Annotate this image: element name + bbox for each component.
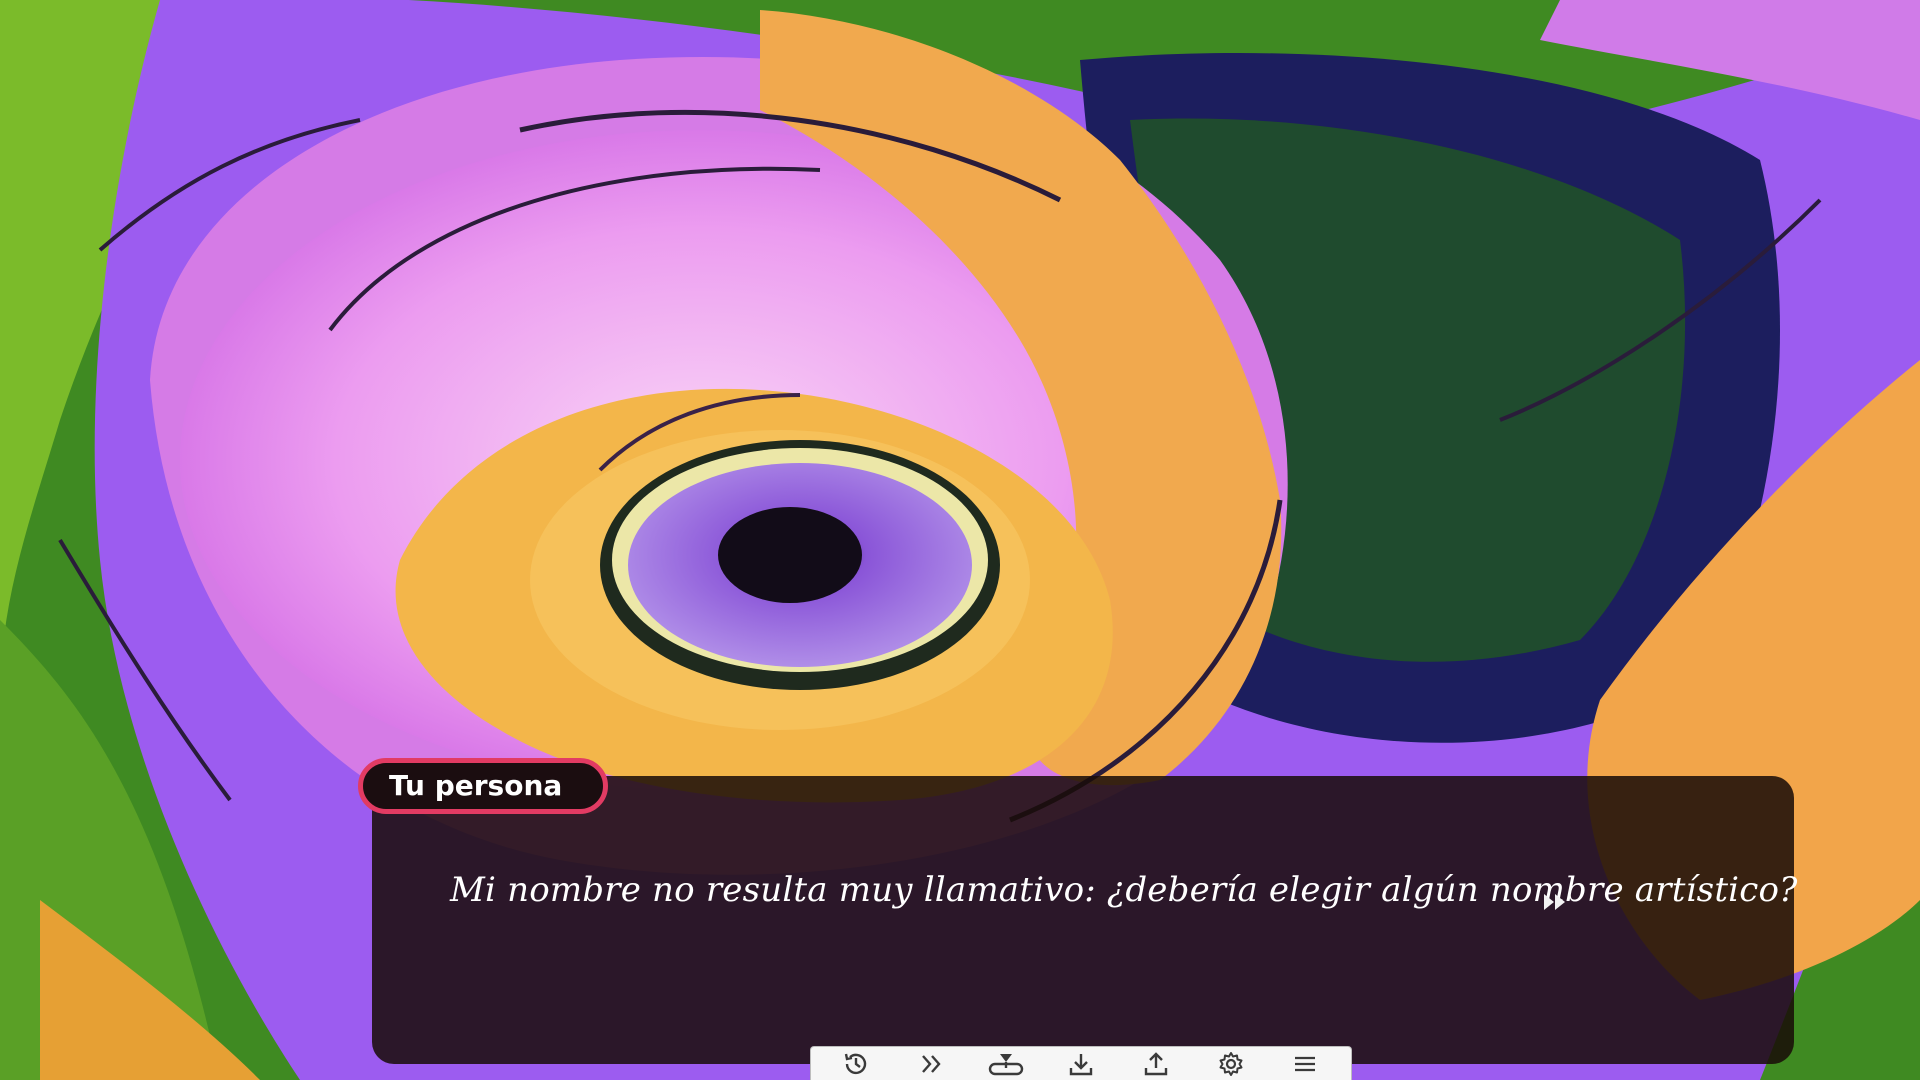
save-icon [1069,1053,1093,1075]
quick-menu [810,1046,1352,1080]
game-stage[interactable]: Tu persona Mi nombre no resulta muy llam… [0,0,1920,1080]
history-icon [845,1053,867,1074]
main-menu-button[interactable] [1283,1048,1327,1080]
speaker-name-tag: Tu persona [358,758,608,814]
fast-forward-icon [1544,894,1565,910]
skip-icon [922,1054,941,1073]
load-icon [1144,1051,1167,1075]
auto-button[interactable] [984,1048,1028,1080]
gear-icon [1219,1051,1243,1076]
history-button[interactable] [834,1048,878,1080]
menu-icon [1295,1056,1316,1071]
save-button[interactable] [1059,1048,1103,1080]
settings-button[interactable] [1209,1048,1253,1080]
dialogue-text: Mi nombre no resulta muy llamativo: ¿deb… [450,870,1798,910]
load-button[interactable] [1134,1048,1178,1080]
auto-icon [988,1053,1024,1075]
skip-button[interactable] [909,1048,953,1080]
speaker-name: Tu persona [389,769,563,802]
